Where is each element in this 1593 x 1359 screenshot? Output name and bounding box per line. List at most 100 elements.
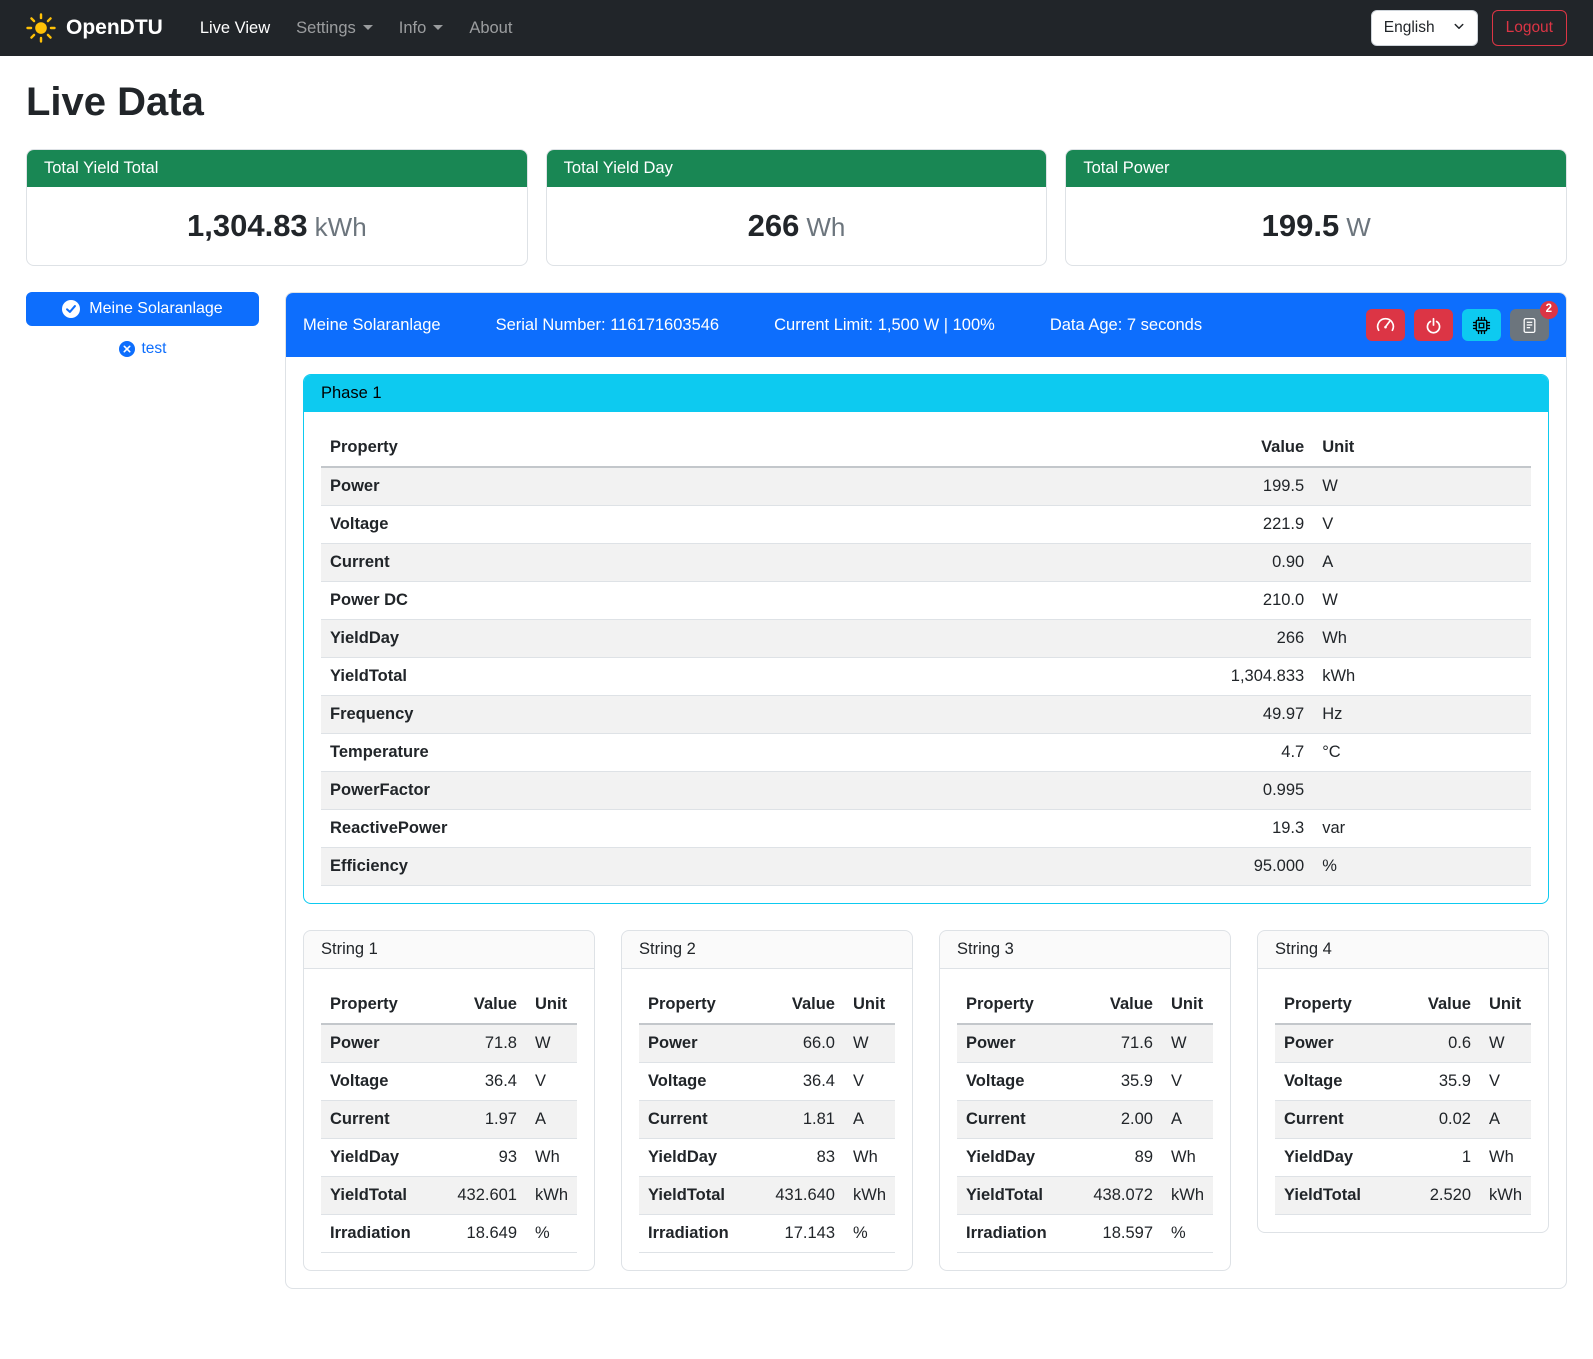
row-property: YieldDay bbox=[639, 1139, 766, 1177]
nav-settings-label: Settings bbox=[296, 19, 356, 37]
row-value: 35.9 bbox=[1411, 1063, 1480, 1101]
string-3-table: Property Value Unit Power 71.6 W Voltage… bbox=[957, 986, 1213, 1253]
language-select-value: English bbox=[1384, 19, 1435, 37]
cpu-icon bbox=[1472, 316, 1491, 335]
row-unit: kWh bbox=[526, 1177, 577, 1215]
row-value: 0.02 bbox=[1411, 1101, 1480, 1139]
row-value: 71.8 bbox=[448, 1024, 526, 1063]
device-info-button[interactable] bbox=[1462, 309, 1501, 341]
limit-settings-button[interactable] bbox=[1366, 309, 1405, 341]
sidebar-item-label: Meine Solaranlage bbox=[89, 300, 222, 318]
phase-table: Property Value Unit Power 199.5 W Voltag… bbox=[321, 429, 1531, 886]
summary-unit: Wh bbox=[806, 212, 845, 242]
string-2-table-body: Power 66.0 W Voltage 36.4 V Current 1.81… bbox=[639, 1024, 895, 1253]
string-4-card: String 4 Property Value Unit bbox=[1257, 930, 1549, 1233]
brand[interactable]: OpenDTU bbox=[26, 13, 163, 43]
column-header-unit: Unit bbox=[844, 986, 895, 1024]
summary-cards-row: Total Yield Total 1,304.83kWh Total Yiel… bbox=[26, 149, 1567, 266]
row-unit: W bbox=[1313, 467, 1531, 506]
row-property: Power bbox=[1275, 1024, 1411, 1063]
table-row: Irradiation 18.649 % bbox=[321, 1215, 577, 1253]
row-property: Power DC bbox=[321, 582, 987, 620]
table-row: YieldTotal 1,304.833 kWh bbox=[321, 658, 1531, 696]
row-unit: A bbox=[844, 1101, 895, 1139]
language-select[interactable]: English bbox=[1371, 10, 1478, 46]
summary-card-value: 1,304.83kWh bbox=[27, 187, 527, 265]
table-header-row: Property Value Unit bbox=[957, 986, 1213, 1024]
sidebar-item-meine-solaranlage[interactable]: Meine Solaranlage bbox=[26, 292, 259, 326]
check-circle-icon bbox=[62, 300, 80, 318]
summary-card-value: 266Wh bbox=[547, 187, 1047, 265]
table-row: Current 1.81 A bbox=[639, 1101, 895, 1139]
row-property: YieldDay bbox=[321, 620, 987, 658]
row-value: 199.5 bbox=[987, 467, 1314, 506]
row-value: 18.597 bbox=[1084, 1215, 1162, 1253]
table-row: YieldTotal 2.520 kWh bbox=[1275, 1177, 1531, 1215]
string-1-table: Property Value Unit Power 71.8 W Voltage… bbox=[321, 986, 577, 1253]
inverter-header: Meine Solaranlage Serial Number: 1161716… bbox=[286, 293, 1566, 357]
row-unit bbox=[1313, 772, 1531, 810]
table-header-row: Property Value Unit bbox=[321, 986, 577, 1024]
column-header-property: Property bbox=[321, 429, 987, 467]
table-row: Power 66.0 W bbox=[639, 1024, 895, 1063]
table-row: YieldTotal 438.072 kWh bbox=[957, 1177, 1213, 1215]
column-header-property: Property bbox=[321, 986, 448, 1024]
row-unit: °C bbox=[1313, 734, 1531, 772]
row-unit: V bbox=[1480, 1063, 1531, 1101]
row-property: Voltage bbox=[1275, 1063, 1411, 1101]
row-property: Voltage bbox=[321, 1063, 448, 1101]
string-1-card: String 1 Property Value Unit bbox=[303, 930, 595, 1271]
row-value: 66.0 bbox=[766, 1024, 844, 1063]
total-yield-day-card: Total Yield Day 266Wh bbox=[546, 149, 1048, 266]
row-property: Voltage bbox=[321, 506, 987, 544]
table-row: Voltage 221.9 V bbox=[321, 506, 1531, 544]
row-value: 36.4 bbox=[766, 1063, 844, 1101]
column-header-value: Value bbox=[766, 986, 844, 1024]
table-row: Irradiation 17.143 % bbox=[639, 1215, 895, 1253]
row-unit: kWh bbox=[1162, 1177, 1213, 1215]
sidebar-item-test[interactable]: test bbox=[119, 340, 167, 358]
column-header-unit: Unit bbox=[526, 986, 577, 1024]
nav-about[interactable]: About bbox=[456, 11, 525, 46]
row-value: 438.072 bbox=[1084, 1177, 1162, 1215]
phase-card: Phase 1 Property Value Unit Power bbox=[303, 374, 1549, 904]
row-value: 2.00 bbox=[1084, 1101, 1162, 1139]
string-card-body: Property Value Unit Power 71.6 W Voltage… bbox=[940, 969, 1230, 1270]
table-row: PowerFactor 0.995 bbox=[321, 772, 1531, 810]
inverter-name: Meine Solaranlage bbox=[303, 316, 441, 335]
nav-links: Live View Settings Info About bbox=[187, 11, 526, 46]
nav-info[interactable]: Info bbox=[386, 11, 457, 46]
sidebar-item-label: test bbox=[142, 340, 167, 358]
string-card-title: String 1 bbox=[304, 931, 594, 969]
event-log-button[interactable]: 2 bbox=[1510, 309, 1549, 341]
summary-card-title: Total Yield Day bbox=[547, 150, 1047, 187]
summary-value: 266 bbox=[748, 208, 800, 243]
row-property: ReactivePower bbox=[321, 810, 987, 848]
row-unit: kWh bbox=[1480, 1177, 1531, 1215]
table-row: Voltage 36.4 V bbox=[321, 1063, 577, 1101]
row-unit: kWh bbox=[1313, 658, 1531, 696]
row-unit: W bbox=[1480, 1024, 1531, 1063]
row-property: Current bbox=[957, 1101, 1084, 1139]
table-row: Temperature 4.7 °C bbox=[321, 734, 1531, 772]
navbar: OpenDTU Live View Settings Info About En… bbox=[0, 0, 1593, 56]
table-row: Voltage 36.4 V bbox=[639, 1063, 895, 1101]
table-row: YieldDay 83 Wh bbox=[639, 1139, 895, 1177]
table-row: Power 71.6 W bbox=[957, 1024, 1213, 1063]
power-icon bbox=[1425, 317, 1442, 334]
row-unit: Wh bbox=[1162, 1139, 1213, 1177]
logout-button[interactable]: Logout bbox=[1492, 10, 1567, 46]
table-row: Power DC 210.0 W bbox=[321, 582, 1531, 620]
string-4-table: Property Value Unit Power 0.6 W Voltage … bbox=[1275, 986, 1531, 1215]
string-card-body: Property Value Unit Power 66.0 W Voltage… bbox=[622, 969, 912, 1270]
nav-live-view[interactable]: Live View bbox=[187, 11, 283, 46]
nav-settings[interactable]: Settings bbox=[283, 11, 386, 46]
row-property: Current bbox=[1275, 1101, 1411, 1139]
table-row: Power 199.5 W bbox=[321, 467, 1531, 506]
row-value: 35.9 bbox=[1084, 1063, 1162, 1101]
row-value: 89 bbox=[1084, 1139, 1162, 1177]
power-button[interactable] bbox=[1414, 309, 1453, 341]
row-property: Current bbox=[321, 1101, 448, 1139]
row-unit: kWh bbox=[844, 1177, 895, 1215]
string-3-card: String 3 Property Value Unit bbox=[939, 930, 1231, 1271]
